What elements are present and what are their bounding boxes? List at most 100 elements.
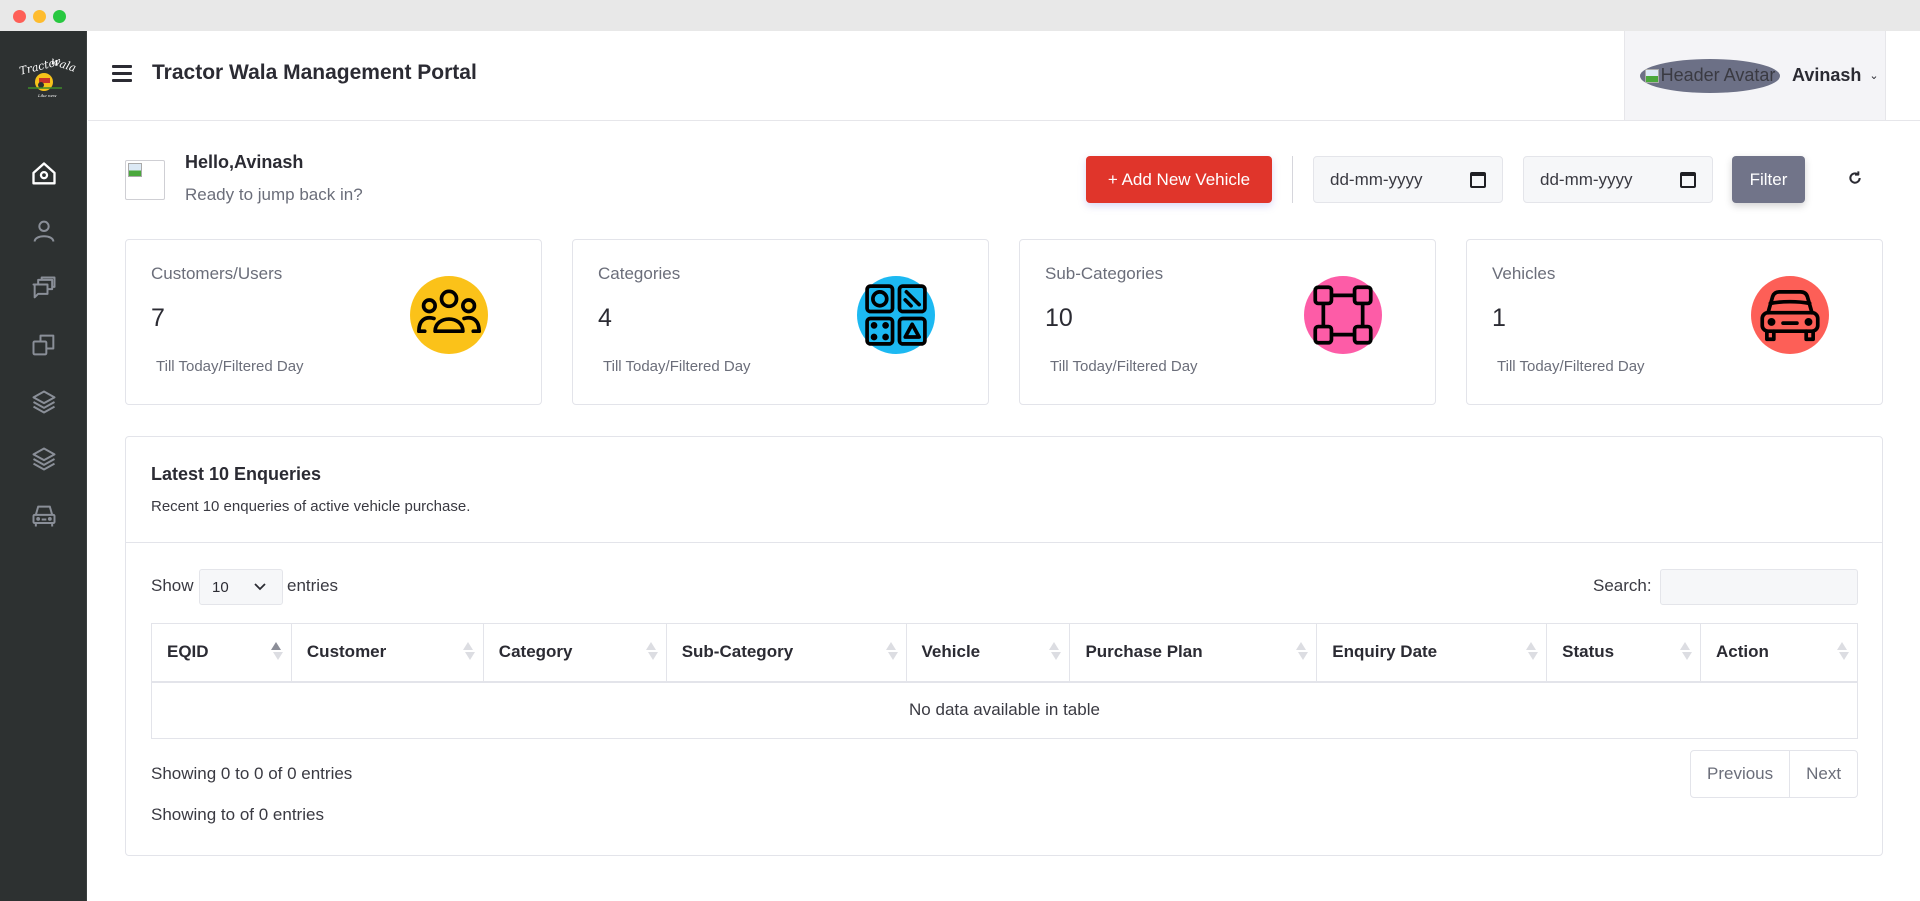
hamburger-icon-line — [112, 79, 132, 82]
date-from-placeholder: dd-mm-yyyy — [1330, 169, 1423, 189]
stat-label: Customers/Users — [151, 264, 283, 283]
column-header-label: Sub-Category — [681, 642, 794, 662]
calendar-icon[interactable] — [1680, 171, 1696, 188]
stat-card-customers[interactable]: Customers/Users 7 Till Today/Filtered Da… — [125, 239, 542, 405]
header-avatar: Header Avatar — [1640, 58, 1780, 93]
stat-card-sub-categories[interactable]: Sub-Categories 10 Till Today/Filtered Da… — [1019, 239, 1436, 405]
sort-icon — [885, 642, 898, 662]
sitemap-icon — [1313, 285, 1373, 345]
user-icon — [33, 220, 54, 242]
column-header-label: EQID — [167, 642, 209, 662]
app-title: Tractor Wala Management Portal — [152, 61, 477, 84]
greeting-avatar — [125, 160, 165, 200]
entries-label: entries — [287, 576, 339, 595]
sidebar-item-enquiries[interactable] — [0, 260, 87, 316]
greeting-title: Hello,Avinash — [185, 152, 304, 172]
toolbar-divider — [1292, 156, 1293, 203]
stat-label: Vehicles — [1492, 264, 1556, 283]
refresh-button[interactable] — [1843, 166, 1867, 190]
sidebar-item-sub-categories[interactable] — [0, 374, 87, 430]
column-header-label: Status — [1562, 642, 1615, 662]
brand-logo[interactable]: Tractor wala Like new — [16, 51, 78, 101]
column-header-eqid[interactable]: EQID — [151, 623, 292, 683]
table-info: Showing 0 to 0 of 0 entries — [151, 764, 353, 783]
window-titlebar — [0, 0, 1920, 31]
sort-icon — [1296, 642, 1309, 662]
next-page-button[interactable]: Next — [1789, 751, 1857, 797]
hamburger-icon — [112, 65, 132, 68]
table-header-row: EQID Customer Category Sub-Category Vehi… — [151, 623, 1858, 683]
stat-value: 7 — [151, 304, 165, 332]
column-header-purchase-plan[interactable]: Purchase Plan — [1069, 623, 1318, 683]
column-header-category[interactable]: Category — [482, 623, 667, 683]
stat-icon-circle — [1304, 276, 1382, 354]
column-header-label: Action — [1716, 642, 1769, 662]
add-new-vehicle-button[interactable]: + Add New Vehicle — [1086, 156, 1272, 203]
menu-toggle-button[interactable] — [112, 65, 132, 83]
sort-icon — [1049, 642, 1062, 662]
sidebar-item-home[interactable] — [0, 146, 87, 202]
table-search-input[interactable] — [1660, 569, 1858, 605]
sort-icon — [645, 642, 658, 662]
page-length-value: 10 — [212, 578, 229, 596]
window-maximize-button[interactable] — [53, 10, 66, 23]
window-close-button[interactable] — [13, 10, 26, 23]
layers-icon — [32, 390, 55, 414]
calendar-icon[interactable] — [1470, 171, 1486, 188]
table-info-secondary: Showing to of 0 entries — [151, 805, 324, 824]
stat-label: Categories — [598, 264, 681, 283]
user-menu-dropdown[interactable]: Header Avatar Avinash ⌄ — [1624, 31, 1886, 120]
panel-title: Latest 10 Enqueries — [151, 464, 322, 484]
window-minimize-button[interactable] — [33, 10, 46, 23]
column-header-customer[interactable]: Customer — [290, 623, 484, 683]
top-header: Tractor Wala Management Portal Header Av… — [88, 31, 1920, 121]
copy-icon — [32, 334, 54, 356]
date-to-input[interactable]: dd-mm-yyyy — [1523, 156, 1713, 203]
sort-icon — [270, 642, 283, 662]
stat-value: 10 — [1045, 304, 1073, 332]
sort-icon — [1680, 642, 1693, 662]
chevron-down-icon: ⌄ — [1869, 70, 1879, 82]
pagination: Previous Next — [1690, 750, 1859, 798]
column-header-status[interactable]: Status — [1546, 623, 1702, 683]
chat-icon — [32, 276, 55, 299]
sidebar: Tractor wala Like new — [0, 31, 87, 901]
sidebar-item-users[interactable] — [0, 203, 87, 259]
stat-icon-circle — [410, 276, 488, 354]
column-header-label: Purchase Plan — [1085, 642, 1203, 662]
stat-footer: Till Today/Filtered Day — [603, 358, 751, 375]
sidebar-item-layers[interactable] — [0, 431, 87, 487]
category-grid-icon — [865, 284, 927, 346]
refresh-icon — [1849, 171, 1861, 184]
column-header-label: Vehicle — [921, 642, 981, 662]
car-icon — [32, 505, 55, 527]
broken-image-icon — [128, 163, 142, 177]
column-header-enquiry-date[interactable]: Enquiry Date — [1316, 623, 1548, 683]
sidebar-item-vehicles[interactable] — [0, 488, 87, 544]
home-icon — [31, 162, 56, 185]
svg-text:Like new: Like new — [37, 93, 57, 98]
stat-footer: Till Today/Filtered Day — [156, 358, 304, 375]
column-header-vehicle[interactable]: Vehicle — [905, 623, 1071, 683]
previous-page-button[interactable]: Previous — [1691, 751, 1789, 797]
column-header-action[interactable]: Action — [1700, 623, 1858, 683]
date-from-input[interactable]: dd-mm-yyyy — [1313, 156, 1503, 203]
show-label: Show — [151, 576, 194, 595]
greeting-subtitle: Ready to jump back in? — [185, 185, 363, 204]
stat-card-categories[interactable]: Categories 4 Till Today/Filtered Day — [572, 239, 989, 405]
page-length-select[interactable]: 10 — [199, 569, 283, 605]
stat-card-vehicles[interactable]: Vehicles 1 Till Today/Filtered Day — [1466, 239, 1883, 405]
stat-footer: Till Today/Filtered Day — [1050, 358, 1198, 375]
user-name: Avinash — [1792, 65, 1862, 85]
broken-image-icon — [1644, 68, 1659, 83]
layers-icon — [32, 447, 55, 471]
column-header-label: Enquiry Date — [1332, 642, 1438, 662]
date-to-placeholder: dd-mm-yyyy — [1540, 169, 1633, 189]
stat-label: Sub-Categories — [1045, 264, 1164, 283]
column-header-sub-category[interactable]: Sub-Category — [665, 623, 907, 683]
enquiries-table: EQID Customer Category Sub-Category Vehi… — [151, 623, 1858, 739]
column-header-label: Category — [498, 642, 573, 662]
sidebar-item-categories[interactable] — [0, 317, 87, 373]
filter-button[interactable]: Filter — [1732, 156, 1805, 203]
stat-icon-circle — [1751, 276, 1829, 354]
